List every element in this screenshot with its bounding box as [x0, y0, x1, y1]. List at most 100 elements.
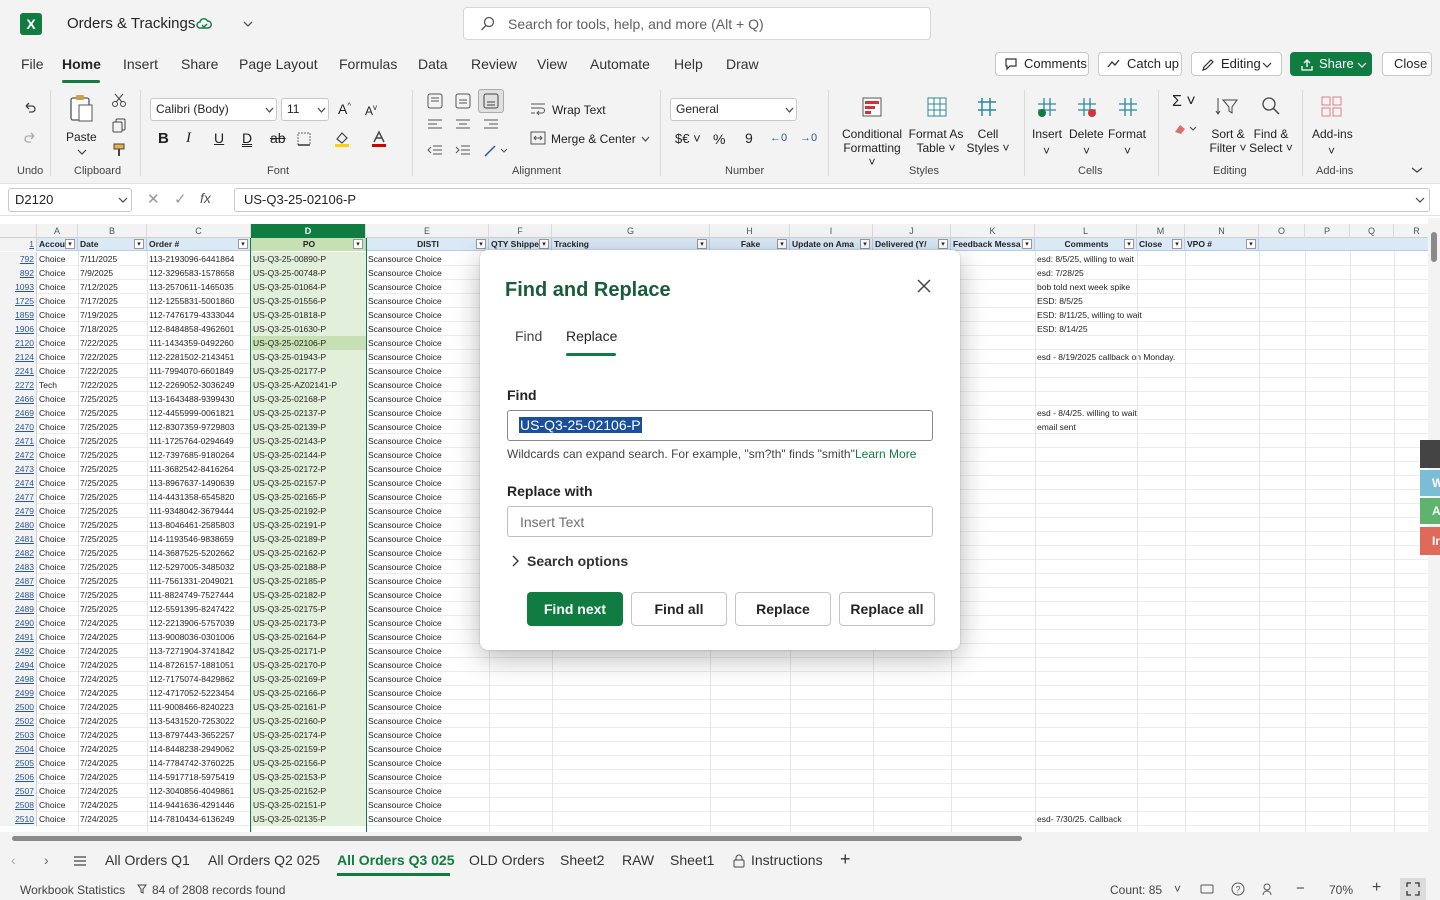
- table-cell[interactable]: US-Q3-25-01630-P: [251, 322, 366, 336]
- table-cell[interactable]: US-Q3-25-02192-P: [251, 504, 366, 518]
- underline-icon[interactable]: U: [214, 130, 224, 146]
- table-cell[interactable]: US-Q3-25-02166-P: [251, 686, 366, 700]
- wrap-text-label[interactable]: Wrap Text: [552, 103, 606, 117]
- cell-styles-icon[interactable]: [976, 96, 998, 118]
- table-cell[interactable]: [1035, 756, 1235, 770]
- column-header-j[interactable]: J: [873, 224, 951, 238]
- table-cell[interactable]: 112-4717052-5223454: [147, 686, 251, 700]
- collapse-ribbon-icon[interactable]: [1411, 166, 1423, 174]
- row-number[interactable]: 2499: [0, 686, 37, 700]
- table-cell[interactable]: [1035, 644, 1235, 658]
- table-cell[interactable]: [1035, 490, 1235, 504]
- table-cell[interactable]: Scansource Choice: [366, 518, 489, 532]
- row-number[interactable]: 2503: [0, 728, 37, 742]
- table-cell[interactable]: 7/24/2025: [78, 770, 147, 784]
- table-cell[interactable]: Choice: [37, 630, 78, 644]
- table-cell[interactable]: Scansource Choice: [366, 700, 489, 714]
- conditional-formatting-label[interactable]: Conditional Formatting ˅: [842, 127, 902, 169]
- table-cell[interactable]: 7/24/2025: [78, 630, 147, 644]
- menu-home[interactable]: Home: [62, 56, 101, 72]
- menu-file[interactable]: File: [21, 56, 44, 72]
- row-number[interactable]: 2481: [0, 532, 37, 546]
- table-cell[interactable]: 7/22/2025: [78, 350, 147, 364]
- table-cell[interactable]: US-Q3-25-02144-P: [251, 448, 366, 462]
- table-cell[interactable]: Scansource Choice: [366, 658, 489, 672]
- row-number[interactable]: 2241: [0, 364, 37, 378]
- add-ins-label[interactable]: Add-ins: [1312, 127, 1353, 141]
- table-cell[interactable]: Scansource Choice: [366, 294, 489, 308]
- table-cell[interactable]: US-Q3-25-02165-P: [251, 490, 366, 504]
- table-cell[interactable]: Scansource Choice: [366, 714, 489, 728]
- chevron-down-icon[interactable]: ˅: [1174, 882, 1181, 896]
- menu-draw[interactable]: Draw: [726, 56, 759, 72]
- table-cell[interactable]: [1035, 798, 1235, 812]
- double-underline-icon[interactable]: D: [242, 130, 252, 146]
- table-cell[interactable]: [1035, 434, 1235, 448]
- filter-dropdown-icon[interactable]: ▾: [476, 239, 486, 249]
- table-cell[interactable]: Scansource Choice: [366, 266, 489, 280]
- table-cell[interactable]: US-Q3-25-01943-P: [251, 350, 366, 364]
- side-panel-tab[interactable]: W: [1420, 470, 1440, 496]
- row-number[interactable]: 2508: [0, 798, 37, 812]
- row-number[interactable]: 2483: [0, 560, 37, 574]
- column-header-o[interactable]: O: [1259, 224, 1305, 238]
- row-number[interactable]: 2482: [0, 546, 37, 560]
- table-cell[interactable]: Scansource Choice: [366, 378, 489, 392]
- table-cell[interactable]: email sent: [1035, 420, 1235, 434]
- table-cell[interactable]: 111-9008466-8240223: [147, 700, 251, 714]
- tab-replace[interactable]: Replace: [566, 328, 617, 344]
- table-cell[interactable]: Scansource Choice: [366, 406, 489, 420]
- table-cell[interactable]: US-Q3-25-02170-P: [251, 658, 366, 672]
- table-cell[interactable]: US-Q3-25-02106-P: [251, 336, 366, 350]
- align-left-icon[interactable]: [427, 118, 443, 132]
- table-cell[interactable]: 7/25/2025: [78, 392, 147, 406]
- table-cell[interactable]: Scansource Choice: [366, 616, 489, 630]
- row-number[interactable]: 892: [0, 266, 37, 280]
- table-cell[interactable]: Scansource Choice: [366, 588, 489, 602]
- insert-cells-icon[interactable]: [1036, 96, 1058, 118]
- table-cell[interactable]: Scansource Choice: [366, 770, 489, 784]
- column-header-q[interactable]: Q: [1350, 224, 1394, 238]
- row-number[interactable]: 2506: [0, 770, 37, 784]
- table-cell[interactable]: 7/24/2025: [78, 686, 147, 700]
- table-cell[interactable]: Choice: [37, 448, 78, 462]
- table-cell[interactable]: US-Q3-25-02143-P: [251, 434, 366, 448]
- replace-input[interactable]: Insert Text: [507, 506, 933, 537]
- conditional-formatting-icon[interactable]: [861, 96, 883, 118]
- all-sheets-menu-icon[interactable]: [73, 855, 87, 867]
- comma-style-icon[interactable]: 9: [745, 130, 753, 146]
- delete-cells-icon[interactable]: [1076, 96, 1098, 118]
- table-cell[interactable]: 7/25/2025: [78, 462, 147, 476]
- replace-all-button[interactable]: Replace all: [839, 592, 935, 626]
- row-number[interactable]: 2473: [0, 462, 37, 476]
- table-cell[interactable]: 111-1725764-0294649: [147, 434, 251, 448]
- scrollbar-thumb[interactable]: [1431, 232, 1437, 262]
- align-right-icon[interactable]: [483, 118, 499, 132]
- column-header-i[interactable]: I: [790, 224, 873, 238]
- table-cell[interactable]: [1035, 504, 1235, 518]
- delete-cells-label[interactable]: Delete: [1069, 127, 1104, 141]
- column-header-k[interactable]: K: [951, 224, 1035, 238]
- table-cell[interactable]: US-Q3-25-02189-P: [251, 532, 366, 546]
- table-cell[interactable]: 112-2281502-2143451: [147, 350, 251, 364]
- sheet-tab[interactable]: All Orders Q2 025: [208, 852, 320, 868]
- table-cell[interactable]: 114-5917718-5975419: [147, 770, 251, 784]
- table-cell[interactable]: 113-7271904-3741842: [147, 644, 251, 658]
- wrap-text-icon[interactable]: [530, 102, 546, 116]
- cell-styles-label[interactable]: Cell Styles ˅: [966, 127, 1010, 155]
- table-cell[interactable]: 111-7994070-6601849: [147, 364, 251, 378]
- learn-more-link[interactable]: Learn More: [855, 447, 916, 461]
- row-number[interactable]: 1725: [0, 294, 37, 308]
- table-cell[interactable]: US-Q3-25-02160-P: [251, 714, 366, 728]
- sheet-tab[interactable]: Sheet1: [670, 852, 714, 868]
- search-options-toggle[interactable]: Search options: [527, 553, 628, 569]
- table-cell[interactable]: Scansource Choice: [366, 336, 489, 350]
- table-cell[interactable]: [1035, 448, 1235, 462]
- table-cell[interactable]: ESD: 8/14/25: [1035, 322, 1235, 336]
- table-cell[interactable]: 113-8967637-1490639: [147, 476, 251, 490]
- header-cell[interactable]: Accou ▾: [37, 238, 78, 251]
- row-number[interactable]: 2480: [0, 518, 37, 532]
- table-cell[interactable]: Scansource Choice: [366, 350, 489, 364]
- row-number[interactable]: 1906: [0, 322, 37, 336]
- table-cell[interactable]: 7/25/2025: [78, 504, 147, 518]
